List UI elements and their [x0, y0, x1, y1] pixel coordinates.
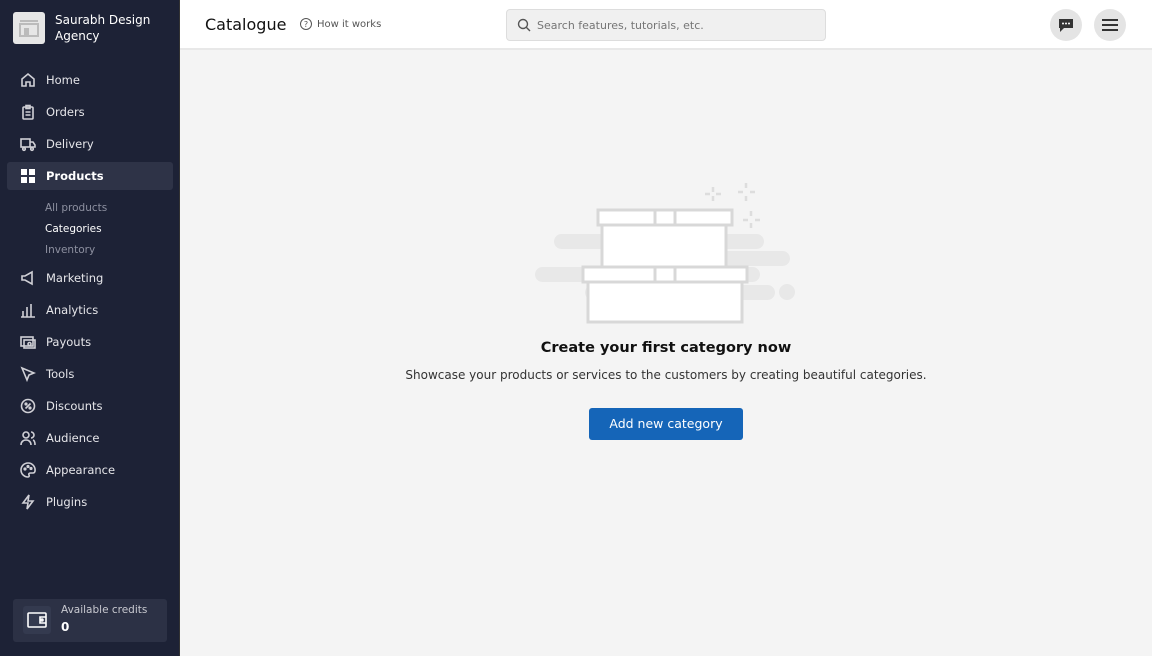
truck-icon: [20, 138, 36, 152]
bolt-icon: [21, 494, 35, 510]
menu-button[interactable]: [1094, 9, 1126, 41]
sidebar-item-label: Marketing: [46, 271, 104, 285]
grid-icon: [21, 169, 35, 183]
credits-value: 0: [61, 620, 70, 634]
sidebar-item-delivery[interactable]: Delivery: [7, 130, 173, 158]
sidebar-item-label: Payouts: [46, 335, 92, 349]
sidebar-item-tools[interactable]: Tools: [7, 360, 173, 388]
how-it-works-link[interactable]: ? How it works: [300, 18, 381, 30]
page-title: Catalogue: [205, 15, 287, 34]
sidebar-item-label: Delivery: [46, 137, 94, 151]
subitem-categories[interactable]: Categories: [45, 223, 102, 235]
users-icon: [20, 431, 36, 446]
sidebar-item-label: Analytics: [46, 303, 99, 317]
subitem-inventory[interactable]: Inventory: [45, 244, 95, 256]
credits-label: Available credits: [61, 604, 148, 616]
hamburger-icon: [1102, 19, 1118, 31]
sidebar-item-plugins[interactable]: Plugins: [7, 488, 173, 516]
sidebar-item-products[interactable]: Products: [7, 162, 173, 190]
brand-name: Saurabh Design Agency: [55, 13, 151, 43]
bar-chart-icon: [21, 304, 35, 318]
how-it-works-label: How it works: [317, 18, 382, 30]
chat-icon: [1059, 19, 1073, 32]
sidebar-item-home[interactable]: Home: [7, 66, 173, 94]
sidebar-item-analytics[interactable]: Analytics: [7, 296, 173, 324]
discount-icon: [20, 398, 36, 414]
store-logo-icon: [13, 12, 45, 44]
sidebar-item-orders[interactable]: Orders: [7, 98, 173, 126]
sidebar-item-label: Plugins: [46, 495, 88, 509]
sidebar-item-audience[interactable]: Audience: [7, 424, 173, 452]
pointer-icon: [20, 366, 36, 382]
search-input[interactable]: [537, 18, 797, 32]
sidebar-item-label: Orders: [46, 105, 85, 119]
sidebar-item-label: Tools: [46, 367, 75, 381]
sidebar-item-label: Products: [46, 169, 104, 183]
palette-icon: [20, 462, 36, 478]
sidebar: Saurabh Design Agency Home Orders Delive…: [0, 0, 180, 656]
empty-state-text: Showcase your products or services to th…: [405, 368, 927, 382]
search-box[interactable]: [506, 9, 826, 41]
sidebar-item-label: Audience: [46, 431, 100, 445]
home-icon: [21, 72, 35, 87]
sidebar-item-payouts[interactable]: Payouts: [7, 328, 173, 356]
payouts-icon: [20, 336, 36, 349]
empty-state: Create your first category now Showcase …: [180, 340, 1152, 440]
empty-boxes-illustration: [535, 183, 795, 324]
available-credits-card[interactable]: Available credits 0: [13, 599, 167, 642]
search-icon: [517, 18, 531, 32]
sidebar-item-label: Discounts: [46, 399, 103, 413]
chat-button[interactable]: [1050, 9, 1082, 41]
sidebar-item-marketing[interactable]: Marketing: [7, 264, 173, 292]
subitem-all-products[interactable]: All products: [45, 202, 107, 214]
megaphone-icon: [21, 270, 33, 286]
add-new-category-button[interactable]: Add new category: [589, 408, 743, 440]
sidebar-item-discounts[interactable]: Discounts: [7, 392, 173, 420]
help-icon: ?: [300, 18, 312, 30]
sidebar-item-label: Appearance: [46, 463, 116, 477]
clipboard-icon: [22, 104, 34, 120]
sidebar-item-appearance[interactable]: Appearance: [7, 456, 173, 484]
wallet-icon: [23, 606, 51, 634]
sidebar-item-label: Home: [46, 73, 80, 87]
empty-state-title: Create your first category now: [540, 340, 792, 356]
top-bar: Catalogue ? How it works: [180, 0, 1152, 50]
brand[interactable]: Saurabh Design Agency: [13, 12, 165, 44]
